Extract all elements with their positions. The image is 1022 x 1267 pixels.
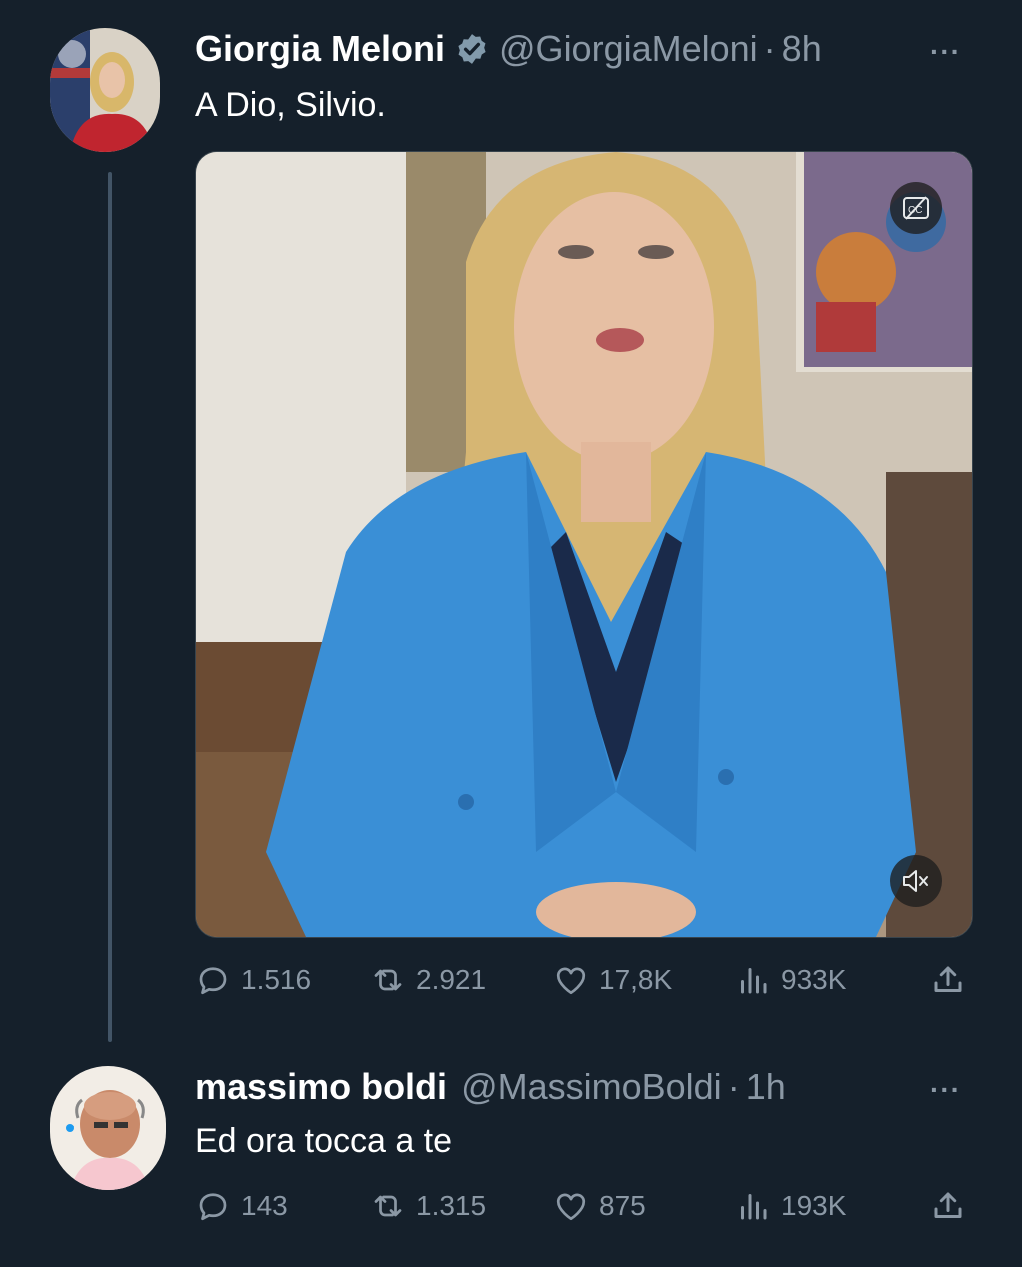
views-button[interactable]: 193K xyxy=(735,1188,846,1224)
tweet-actions: 1.516 2.921 17,8K 933K xyxy=(195,962,975,1002)
analytics-bars-icon xyxy=(741,1194,767,1220)
video-frame-illustration xyxy=(196,152,972,937)
closed-captions-off-icon: CC xyxy=(903,196,929,220)
view-count: 193K xyxy=(781,1190,847,1221)
reply-button[interactable]: 1.516 xyxy=(195,962,311,998)
tweet-giorgia-meloni[interactable]: Giorgia Meloni @GiorgiaMeloni · 8h ··· A… xyxy=(0,0,1022,1040)
retweet-count: 1.315 xyxy=(416,1190,487,1221)
avatar-image xyxy=(50,1066,166,1190)
retweet-icon xyxy=(374,969,402,991)
share-icon xyxy=(934,1192,962,1218)
views-button[interactable]: 933K xyxy=(735,962,846,998)
share-button[interactable] xyxy=(930,1188,976,1224)
avatar-image xyxy=(50,28,160,152)
author-name[interactable]: massimo boldi xyxy=(195,1066,447,1108)
retweet-button[interactable]: 1.315 xyxy=(370,1188,486,1224)
more-options-icon[interactable]: ··· xyxy=(930,1074,961,1106)
reply-count: 1.516 xyxy=(241,964,312,995)
tweet-video[interactable]: CC xyxy=(195,151,973,938)
retweet-count: 2.921 xyxy=(416,964,487,995)
tweet-header: massimo boldi @MassimoBoldi · 1h xyxy=(195,1066,786,1108)
like-button[interactable]: 875 xyxy=(553,1188,646,1224)
tweet-header: Giorgia Meloni @GiorgiaMeloni · 8h xyxy=(195,28,822,70)
volume-muted-icon xyxy=(903,870,928,892)
tweet-text: Ed ora tocca a te xyxy=(195,1122,453,1160)
tweet-actions: 143 1.315 875 193K xyxy=(195,1188,975,1228)
retweet-icon xyxy=(374,1195,402,1217)
separator-dot: · xyxy=(763,28,776,69)
author-handle[interactable]: @MassimoBoldi xyxy=(461,1066,722,1108)
verified-badge-icon xyxy=(458,34,486,64)
reply-count: 143 xyxy=(241,1190,288,1221)
analytics-bars-icon xyxy=(741,968,767,994)
tweet-timestamp[interactable]: 1h xyxy=(746,1066,786,1108)
like-button[interactable]: 17,8K xyxy=(553,962,672,998)
tweet-massimo-boldi[interactable]: massimo boldi @MassimoBoldi · 1h ··· Ed … xyxy=(0,1040,1022,1267)
share-button[interactable] xyxy=(930,962,976,998)
mute-button[interactable] xyxy=(890,855,942,907)
tweet-timestamp[interactable]: 8h xyxy=(782,28,822,70)
avatar-massimo-boldi[interactable] xyxy=(50,1066,166,1190)
reply-icon xyxy=(199,1193,227,1221)
author-name[interactable]: Giorgia Meloni xyxy=(195,28,445,70)
author-handle[interactable]: @GiorgiaMeloni xyxy=(499,28,758,70)
retweet-button[interactable]: 2.921 xyxy=(370,962,486,998)
like-count: 875 xyxy=(599,1190,646,1221)
more-options-icon[interactable]: ··· xyxy=(930,36,961,68)
like-count: 17,8K xyxy=(599,964,673,995)
heart-icon xyxy=(556,967,586,995)
captions-button[interactable]: CC xyxy=(890,182,942,234)
separator-dot: · xyxy=(727,1066,740,1107)
view-count: 933K xyxy=(781,964,847,995)
reply-button[interactable]: 143 xyxy=(195,1188,288,1224)
heart-icon xyxy=(556,1193,586,1221)
share-icon xyxy=(934,966,962,992)
avatar-giorgia-meloni[interactable] xyxy=(50,28,160,152)
reply-icon xyxy=(199,967,227,995)
tweet-text: A Dio, Silvio. xyxy=(195,86,386,124)
